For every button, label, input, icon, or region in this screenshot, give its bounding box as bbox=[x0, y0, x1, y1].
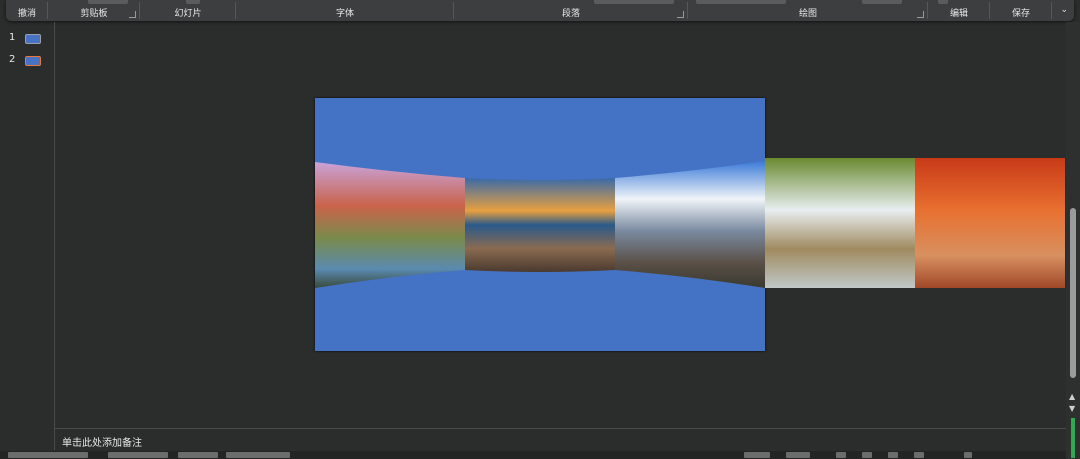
status-language[interactable] bbox=[108, 452, 168, 458]
drawing-group-label: 绘图 bbox=[798, 9, 817, 19]
dialog-launcher-icon[interactable] bbox=[677, 11, 684, 18]
status-display-settings[interactable] bbox=[226, 452, 290, 458]
normal-view-icon[interactable] bbox=[836, 452, 846, 458]
slide-thumbnail-pane: 1 2 bbox=[0, 22, 55, 450]
slides-group: 幻灯片 bbox=[140, 0, 236, 21]
vertical-scrollbar[interactable]: ▲ ▼ bbox=[1066, 22, 1080, 459]
next-slide-icon[interactable]: ▼ bbox=[1069, 404, 1075, 413]
editing-group[interactable]: 编辑 bbox=[928, 0, 990, 21]
slide-thumbnail-1[interactable]: 1 bbox=[0, 32, 54, 44]
save-group[interactable]: 保存 bbox=[990, 0, 1052, 21]
ribbon: 撤消 剪贴板 幻灯片 字体 段落 绘图 编辑 保存 ⌄ bbox=[6, 0, 1074, 21]
paragraph-group-label: 段落 bbox=[561, 9, 580, 19]
slide-sorter-icon[interactable] bbox=[862, 452, 872, 458]
reading-view-icon[interactable] bbox=[888, 452, 898, 458]
editing-button[interactable]: 编辑 bbox=[928, 6, 990, 19]
previous-slide-icon[interactable]: ▲ bbox=[1069, 392, 1075, 401]
waterfall-photo[interactable] bbox=[765, 158, 915, 288]
save-button[interactable]: 保存 bbox=[990, 6, 1052, 19]
undo-group[interactable]: 撤消 bbox=[6, 0, 48, 21]
slide-thumbnail-image-selected[interactable] bbox=[25, 56, 41, 66]
slide-thumbnail-2[interactable]: 2 bbox=[0, 54, 54, 66]
zoom-indicator bbox=[1071, 418, 1075, 458]
status-slide-info bbox=[8, 452, 88, 458]
mountains-river-photo[interactable] bbox=[315, 162, 465, 288]
paragraph-controls[interactable] bbox=[594, 0, 674, 4]
zoom-out-icon[interactable] bbox=[964, 452, 972, 458]
boardwalk-sunset-photo[interactable] bbox=[465, 178, 615, 272]
drawing-group: 绘图 bbox=[688, 0, 928, 21]
paste-icon[interactable] bbox=[88, 0, 128, 4]
photo-carousel[interactable] bbox=[315, 158, 1065, 290]
chevron-down-icon[interactable]: ⌄ bbox=[1060, 5, 1068, 15]
scrollbar-thumb[interactable] bbox=[1070, 208, 1076, 378]
alpine-chalet-photo[interactable] bbox=[615, 161, 765, 288]
dialog-launcher-icon[interactable] bbox=[129, 11, 136, 18]
ribbon-divider bbox=[1051, 2, 1052, 19]
notes-divider[interactable] bbox=[54, 428, 1066, 429]
font-group: 字体 bbox=[236, 0, 454, 21]
status-accessibility[interactable] bbox=[178, 452, 218, 458]
clipboard-group: 剪贴板 bbox=[48, 0, 140, 21]
new-slide-icon[interactable] bbox=[186, 0, 200, 4]
undo-button[interactable]: 撤消 bbox=[6, 6, 48, 19]
slide-number: 2 bbox=[9, 54, 16, 65]
slide-number: 1 bbox=[9, 32, 16, 43]
shape-style-controls[interactable] bbox=[862, 0, 902, 4]
autumn-forest-photo[interactable] bbox=[915, 158, 1065, 288]
find-icon[interactable] bbox=[938, 0, 948, 4]
slides-group-label: 幻灯片 bbox=[174, 9, 202, 19]
notes-placeholder[interactable]: 单击此处添加备注 bbox=[62, 434, 142, 449]
shapes-gallery[interactable] bbox=[696, 0, 786, 4]
clipboard-group-label: 剪贴板 bbox=[80, 9, 108, 19]
paragraph-group: 段落 bbox=[454, 0, 688, 21]
slideshow-icon[interactable] bbox=[914, 452, 924, 458]
font-group-label: 字体 bbox=[335, 9, 354, 19]
dialog-launcher-icon[interactable] bbox=[917, 11, 924, 18]
comments-toggle-icon[interactable] bbox=[786, 452, 810, 458]
notes-toggle-icon[interactable] bbox=[744, 452, 770, 458]
status-bar bbox=[0, 451, 1066, 459]
slide-thumbnail-image[interactable] bbox=[25, 34, 41, 44]
